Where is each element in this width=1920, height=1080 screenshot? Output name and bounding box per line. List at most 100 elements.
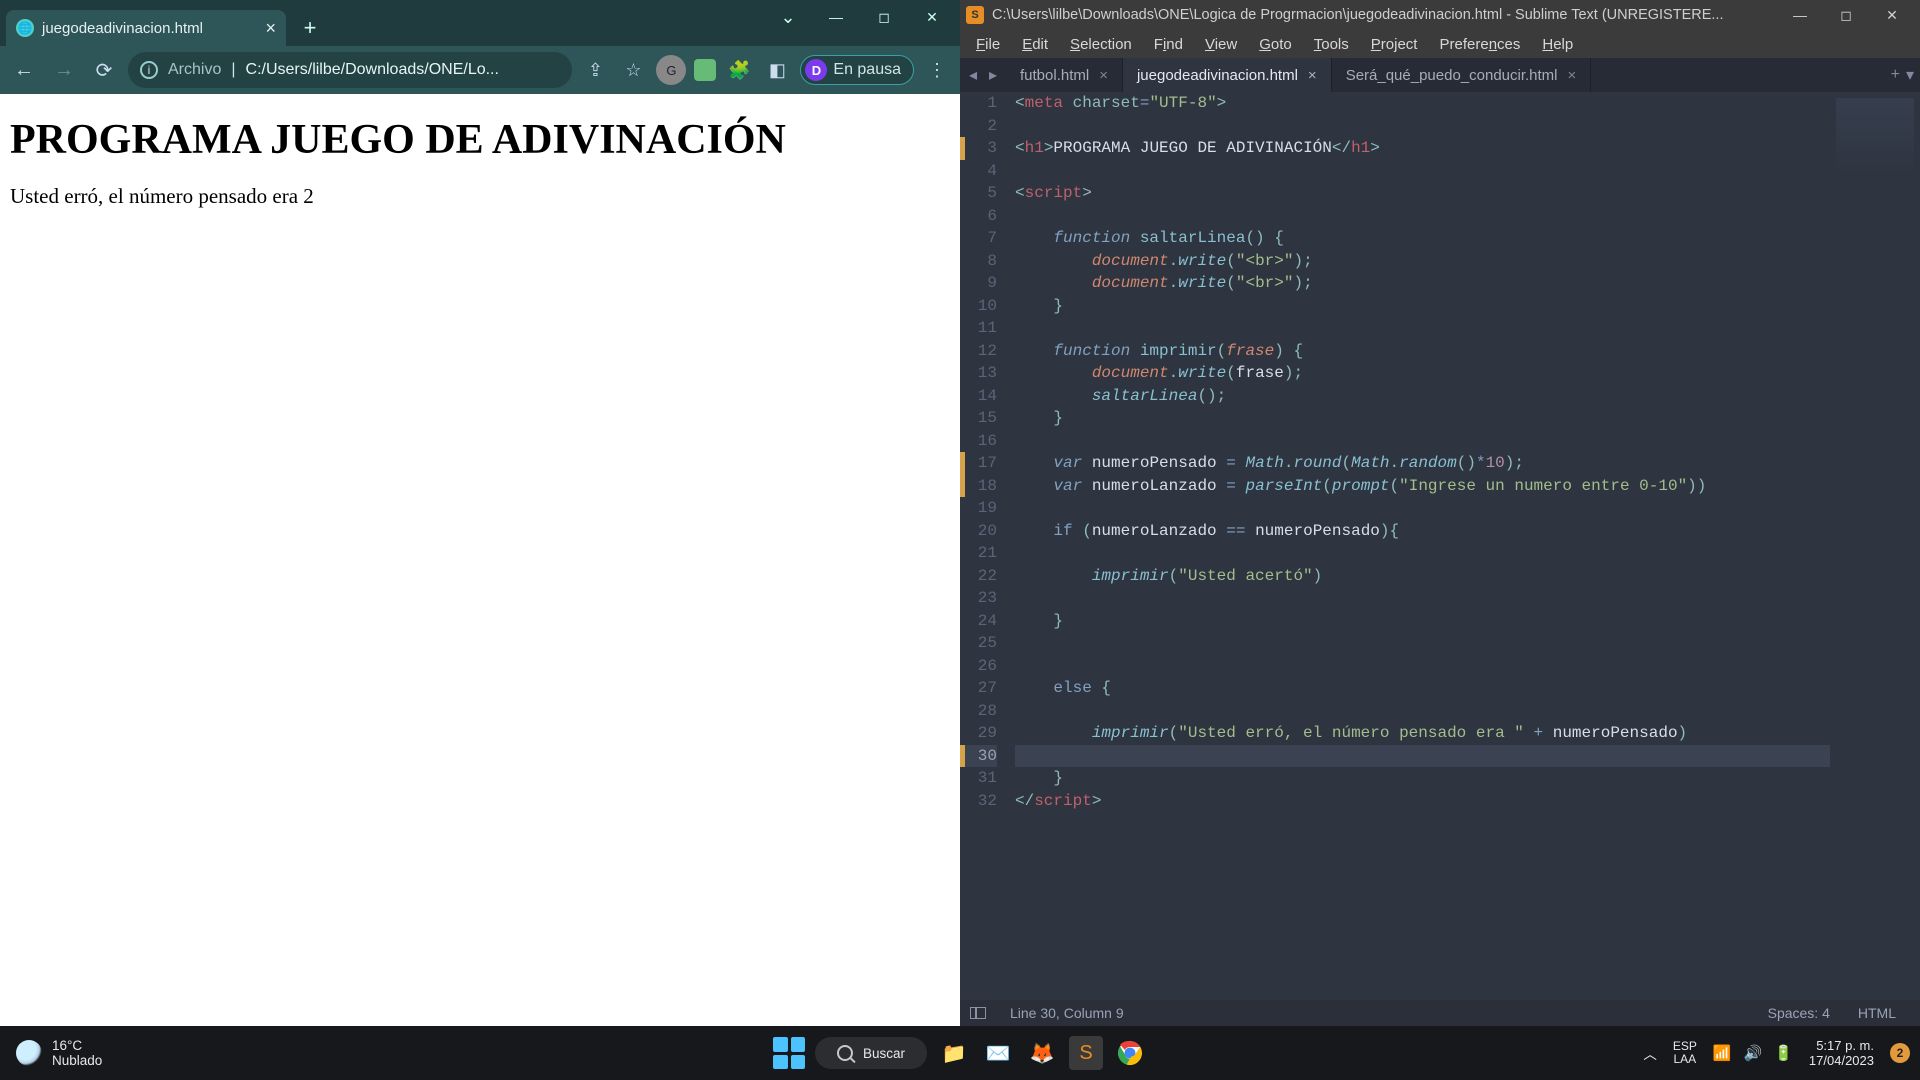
editor-tab-juego[interactable]: juegodeadivinacion.html × (1123, 58, 1332, 92)
taskbar-weather[interactable]: 16°C Nublado (0, 1038, 102, 1068)
window-minimize-button[interactable]: — (814, 2, 858, 32)
editor-tab-futbol[interactable]: futbol.html × (1006, 58, 1123, 92)
window-maximize-button[interactable]: ◻ (862, 2, 906, 32)
menu-goto[interactable]: Goto (1249, 32, 1302, 57)
sidepanel-icon[interactable]: ◧ (762, 55, 792, 85)
chrome-window-controls: ⌄ — ◻ ✕ (766, 2, 954, 32)
weather-cloud-icon (16, 1040, 42, 1066)
status-indent[interactable]: Spaces: 4 (1754, 1005, 1844, 1021)
volume-icon[interactable]: 🔊 (1744, 1044, 1763, 1062)
window-close-button[interactable]: ✕ (1870, 1, 1914, 29)
taskbar-explorer-icon[interactable]: 📁 (937, 1036, 971, 1070)
taskbar-chrome-icon[interactable] (1113, 1036, 1147, 1070)
extension-square-icon[interactable] (694, 59, 716, 81)
site-info-icon[interactable]: i (140, 61, 158, 79)
start-button[interactable] (773, 1037, 805, 1069)
minimap[interactable] (1830, 92, 1920, 1000)
code-area[interactable]: <meta charset="UTF-8"> <h1>PROGRAMA JUEG… (1005, 92, 1830, 1000)
tab-dropdown-icon[interactable]: ▾ (1906, 65, 1914, 85)
menu-preferences[interactable]: Preferences (1429, 32, 1530, 57)
taskbar-mail-icon[interactable]: ✉️ (981, 1036, 1015, 1070)
share-icon[interactable]: ⇪ (580, 55, 610, 85)
sublime-statusbar: Line 30, Column 9 Spaces: 4 HTML (960, 1000, 1920, 1026)
tab-nav-next-icon[interactable]: ▸ (984, 65, 1002, 85)
chrome-tabstrip: 🌐 juegodeadivinacion.html × + ⌄ — ◻ ✕ (0, 0, 960, 46)
new-tab-plus-icon[interactable]: + (1891, 66, 1900, 84)
tab-close-icon[interactable]: × (265, 18, 276, 39)
tabsearch-chevron-icon[interactable]: ⌄ (766, 2, 810, 32)
sublime-editor[interactable]: 1234567891011121314151617181920212223242… (960, 92, 1920, 1000)
sublime-menubar: File Edit Selection Find View Goto Tools… (960, 30, 1920, 58)
panel-toggle-icon[interactable] (970, 1007, 986, 1019)
clock-date: 17/04/2023 (1809, 1053, 1874, 1068)
language-indicator[interactable]: ESP LAA (1673, 1040, 1697, 1066)
menu-tools[interactable]: Tools (1304, 32, 1359, 57)
menu-edit[interactable]: Edit (1012, 32, 1058, 57)
profile-chip[interactable]: D En pausa (800, 55, 914, 85)
extensions-puzzle-icon[interactable]: 🧩 (724, 55, 754, 85)
back-button[interactable]: ← (8, 54, 40, 86)
chrome-window: 🌐 juegodeadivinacion.html × + ⌄ — ◻ ✕ ← … (0, 0, 960, 1026)
notification-badge[interactable]: 2 (1890, 1043, 1910, 1063)
weather-temp: 16°C (52, 1038, 102, 1053)
search-placeholder: Buscar (863, 1046, 905, 1061)
menu-view[interactable]: View (1195, 32, 1247, 57)
omnibox[interactable]: i Archivo | C:/Users/lilbe/Downloads/ONE… (128, 52, 572, 88)
editor-tab-label: futbol.html (1020, 67, 1089, 84)
kebab-menu-icon[interactable]: ⋮ (922, 55, 952, 85)
taskbar-search[interactable]: Buscar (815, 1037, 927, 1069)
menu-selection[interactable]: Selection (1060, 32, 1142, 57)
battery-icon[interactable]: 🔋 (1774, 1044, 1793, 1062)
forward-button[interactable]: → (48, 54, 80, 86)
status-position[interactable]: Line 30, Column 9 (996, 1005, 1138, 1021)
sublime-app-icon: S (966, 6, 984, 24)
clock-time: 5:17 p. m. (1809, 1038, 1874, 1053)
taskbar-firefox-icon[interactable]: 🦊 (1025, 1036, 1059, 1070)
menu-help[interactable]: Help (1532, 32, 1583, 57)
lang-line2: LAA (1673, 1053, 1697, 1066)
profile-status-label: En pausa (833, 61, 901, 79)
globe-icon: 🌐 (16, 19, 34, 37)
sublime-window-title: C:\Users\lilbe\Downloads\ONE\Logica de P… (992, 7, 1778, 23)
line-number-gutter[interactable]: 1234567891011121314151617181920212223242… (965, 92, 1005, 1000)
chrome-tab-active[interactable]: 🌐 juegodeadivinacion.html × (6, 10, 286, 46)
menu-find[interactable]: Find (1144, 32, 1193, 57)
new-tab-button[interactable]: + (296, 14, 324, 42)
page-heading: PROGRAMA JUEGO DE ADIVINACIÓN (10, 116, 950, 164)
omnibox-separator: | (231, 61, 235, 79)
sublime-window-controls: — ◻ ✕ (1778, 1, 1914, 29)
status-syntax[interactable]: HTML (1844, 1005, 1910, 1021)
sublime-window: S C:\Users\lilbe\Downloads\ONE\Logica de… (960, 0, 1920, 1026)
window-close-button[interactable]: ✕ (910, 2, 954, 32)
page-result-text: Usted erró, el número pensado era 2 (10, 184, 950, 209)
sublime-titlebar: S C:\Users\lilbe\Downloads\ONE\Logica de… (960, 0, 1920, 30)
taskbar-clock[interactable]: 5:17 p. m. 17/04/2023 (1809, 1038, 1874, 1068)
chrome-page-viewport: PROGRAMA JUEGO DE ADIVINACIÓN Usted erró… (0, 94, 960, 1026)
weather-condition: Nublado (52, 1053, 102, 1068)
extension-circle-icon[interactable]: G (656, 55, 686, 85)
tab-close-icon[interactable]: × (1568, 67, 1577, 84)
menu-file[interactable]: File (966, 32, 1010, 57)
editor-tab-conducir[interactable]: Será_qué_puedo_conducir.html × (1332, 58, 1592, 92)
editor-tab-label: juegodeadivinacion.html (1137, 67, 1298, 84)
system-tray[interactable]: 📶 🔊 🔋 (1713, 1044, 1793, 1062)
tab-nav-prev-icon[interactable]: ◂ (964, 65, 982, 85)
window-minimize-button[interactable]: — (1778, 1, 1822, 29)
wifi-icon[interactable]: 📶 (1713, 1044, 1732, 1062)
tab-close-icon[interactable]: × (1308, 67, 1317, 84)
omnibox-scheme: Archivo (168, 61, 221, 79)
tray-overflow-chevron-icon[interactable]: ︿ (1643, 1043, 1657, 1063)
editor-tab-label: Será_qué_puedo_conducir.html (1346, 67, 1558, 84)
tab-close-icon[interactable]: × (1099, 67, 1108, 84)
windows-taskbar: 16°C Nublado Buscar 📁 ✉️ 🦊 S ︿ ESP LAA 📶… (0, 1026, 1920, 1080)
sublime-tabbar: ◂ ▸ futbol.html × juegodeadivinacion.htm… (960, 58, 1920, 92)
bookmark-star-icon[interactable]: ☆ (618, 55, 648, 85)
omnibox-url: C:/Users/lilbe/Downloads/ONE/Lo... (246, 61, 561, 79)
taskbar-sublime-icon[interactable]: S (1069, 1036, 1103, 1070)
window-maximize-button[interactable]: ◻ (1824, 1, 1868, 29)
reload-button[interactable]: ⟳ (88, 54, 120, 86)
profile-avatar: D (805, 59, 827, 81)
search-icon (837, 1045, 853, 1061)
menu-project[interactable]: Project (1361, 32, 1428, 57)
chrome-toolbar: ← → ⟳ i Archivo | C:/Users/lilbe/Downloa… (0, 46, 960, 94)
